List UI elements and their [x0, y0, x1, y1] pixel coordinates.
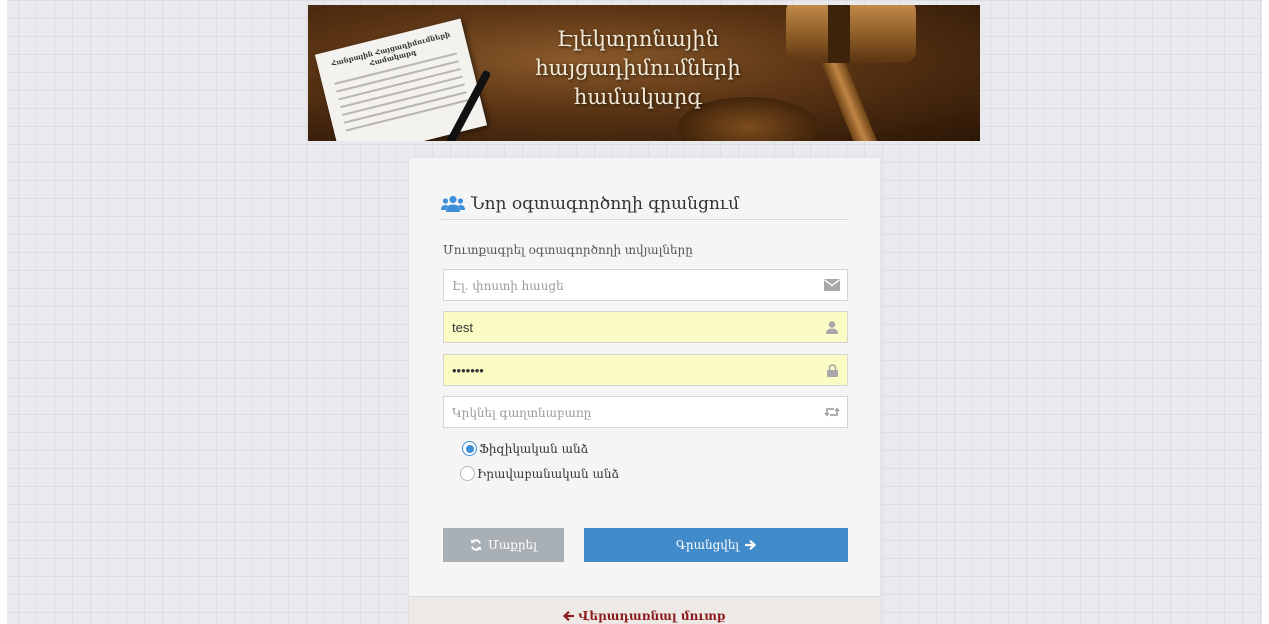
radio-physical-person[interactable]: Ֆիզիկական անձ [462, 441, 588, 456]
reset-button[interactable]: Մաքրել [443, 528, 564, 562]
email-input[interactable] [444, 270, 817, 300]
banner-title-line3: համակարգ [574, 85, 702, 109]
panel-footer: Վերադառնալ մուտք [409, 596, 880, 624]
radio-legal-entity[interactable]: Իրավաբանական անձ [460, 466, 619, 481]
back-to-login-link[interactable]: Վերադառնալ մուտք [563, 609, 726, 623]
username-field [443, 311, 848, 343]
panel-title: Նոր օգտագործողի գրանցում [471, 193, 740, 214]
register-button[interactable]: Գրանցվել [584, 528, 848, 562]
back-to-login-label: Վերադառնալ մուտք [578, 609, 726, 623]
radio-label-legal: Իրավաբանական անձ [477, 466, 620, 481]
password-input[interactable] [444, 355, 817, 385]
radio-button-checked[interactable] [462, 441, 477, 456]
repeat-password-input[interactable] [444, 397, 817, 427]
registration-panel: Նոր օգտագործողի գրանցում Մուտքագրել օգտա… [408, 157, 881, 624]
register-button-label: Գրանցվել [675, 538, 740, 552]
refresh-icon [470, 539, 482, 551]
envelope-icon [817, 270, 847, 300]
lock-icon [817, 355, 847, 385]
password-field [443, 354, 848, 386]
gavel-handle-image [820, 50, 878, 141]
reset-button-label: Մաքրել [488, 538, 537, 552]
radio-label-physical: Ֆիզիկական անձ [479, 441, 589, 456]
header-banner: Հանրային Հայցադիմումների Համակարգ Էլեկտր… [308, 5, 980, 141]
users-icon [441, 195, 465, 212]
panel-heading: Նոր օգտագործողի գրանցում [441, 188, 848, 220]
arrow-left-icon [563, 611, 575, 621]
banner-title-line2: հայցադիմումների [535, 56, 741, 80]
user-icon [817, 312, 847, 342]
repeat-password-field [443, 396, 848, 428]
username-input[interactable] [444, 312, 817, 342]
gavel-head-image [786, 5, 916, 63]
page-right-edge [1262, 0, 1269, 624]
email-field [443, 269, 848, 301]
banner-title-line1: Էլեկտրոնային [557, 27, 719, 51]
gavel-ring-image [828, 5, 850, 63]
arrow-right-icon [745, 540, 757, 550]
radio-button-unchecked[interactable] [460, 466, 475, 481]
banner-title: Էլեկտրոնային հայցադիմումների համակարգ [518, 25, 758, 112]
retweet-icon [817, 397, 847, 427]
page-left-edge [0, 0, 7, 624]
form-subtitle: Մուտքագրել օգտագործողի տվյալները [443, 243, 693, 257]
